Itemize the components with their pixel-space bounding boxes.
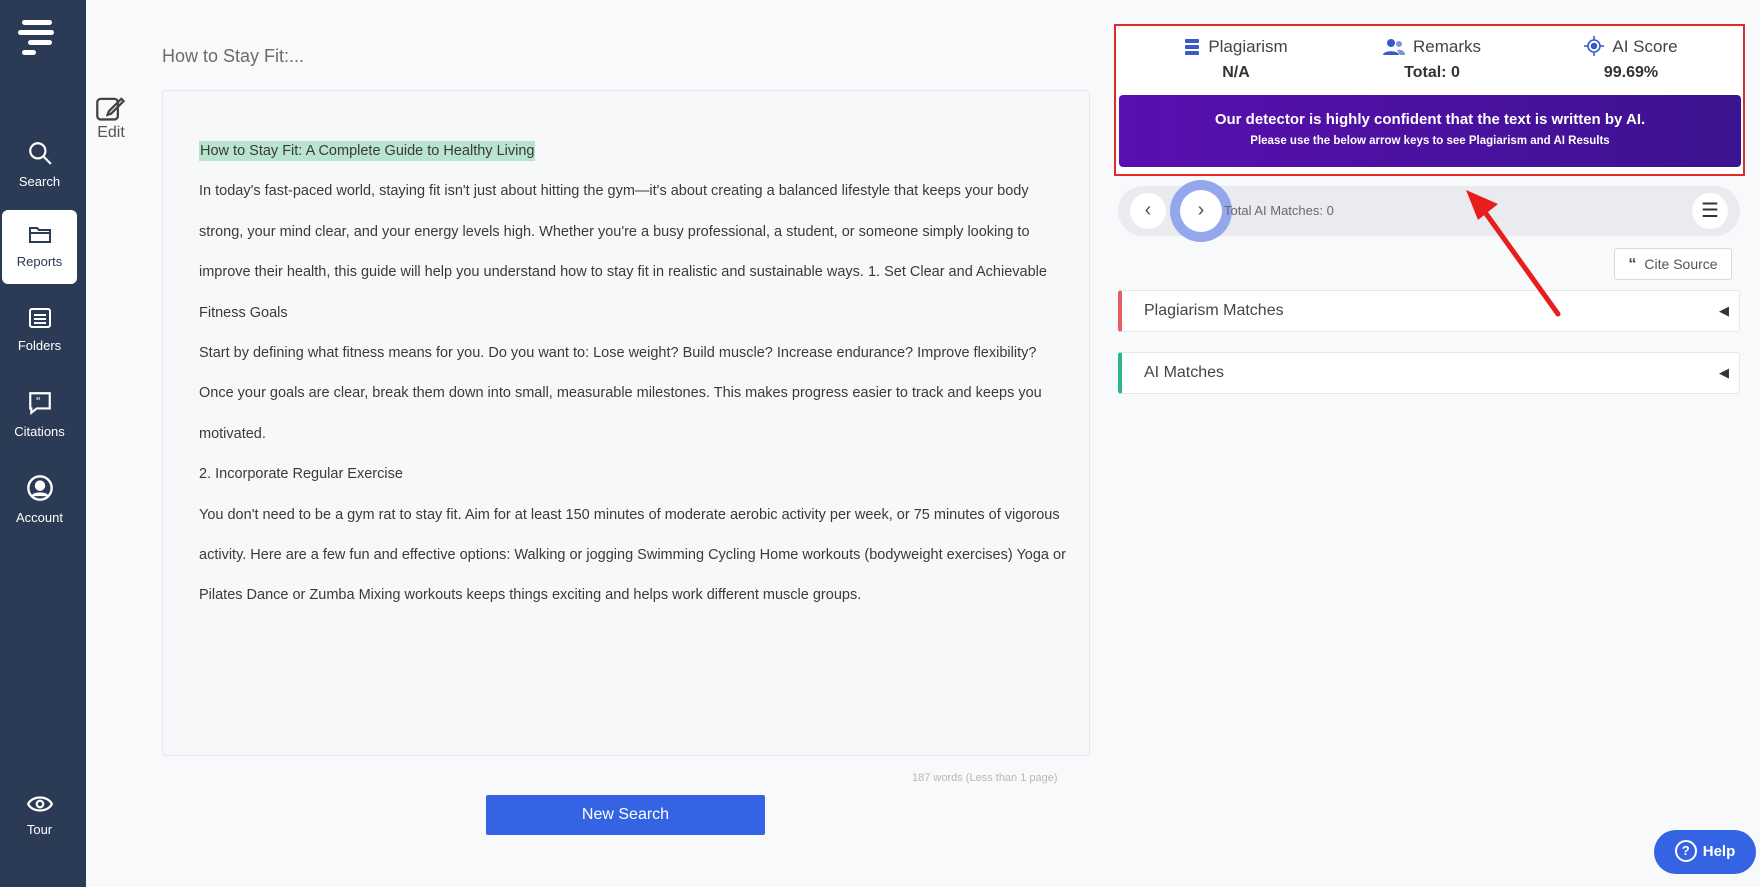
sidebar-item-label: Search [18, 174, 61, 189]
chevron-right-icon: › [1197, 199, 1205, 221]
caret-left-icon: ◀ [1719, 365, 1729, 380]
cite-source-label: Cite Source [1644, 256, 1718, 272]
ai-score-value: 99.69% [1603, 64, 1659, 81]
paragraph: You don't need to be a gym rat to stay f… [199, 506, 1066, 604]
sidebar-item-label: Tour [26, 822, 53, 837]
banner-message: Our detector is highly confident that th… [1214, 111, 1646, 128]
sidebar-item-folders[interactable]: Folders [2, 294, 77, 368]
ai-score-metric: AI Score 99.69% [1531, 34, 1731, 82]
ai-detection-banner: Our detector is highly confident that th… [1119, 95, 1741, 167]
search-icon [28, 142, 52, 165]
ai-chip-icon [1584, 36, 1605, 56]
ai-matches-label: AI Matches [1144, 364, 1225, 381]
folder-icon [28, 227, 51, 243]
caret-left-icon: ◀ [1719, 303, 1729, 318]
list-icon [28, 308, 51, 328]
word-count: 187 words (Less than 1 page) [912, 772, 1058, 784]
question-icon: ? [1674, 840, 1697, 862]
quote-icon: " [28, 392, 51, 416]
sidebar: Search Reports Folders " Citations Accou… [0, 0, 86, 887]
results-navigation: ‹ › Total AI Matches: 0 ☰ [1118, 180, 1740, 242]
next-button[interactable]: › [1180, 190, 1222, 232]
paragraph: In today's fast-paced world, staying fit… [199, 183, 1047, 321]
edit-icon [96, 97, 126, 121]
plagiarism-matches-accordion[interactable]: Plagiarism Matches ◀ [1118, 290, 1740, 332]
menu-button[interactable]: ☰ [1692, 193, 1728, 229]
edit-label: Edit [97, 124, 125, 141]
sidebar-item-label: Citations [14, 424, 65, 439]
highlighted-heading: How to Stay Fit: A Complete Guide to Hea… [199, 141, 536, 161]
users-icon [1382, 39, 1405, 55]
sidebar-item-label: Folders [17, 338, 62, 353]
edit-button[interactable]: Edit [92, 94, 130, 142]
banner-instructions: Please use the below arrow keys to see P… [1250, 135, 1610, 147]
cite-source-button[interactable]: “ Cite Source [1614, 248, 1732, 280]
new-search-button[interactable]: New Search [486, 795, 765, 835]
total-ai-matches: Total AI Matches: 0 [1224, 203, 1334, 218]
document-text: How to Stay Fit: A Complete Guide to Hea… [199, 131, 1069, 616]
ai-score-label: AI Score [1612, 37, 1678, 56]
plagiarism-label: Plagiarism [1208, 37, 1288, 56]
sidebar-item-label: Account [16, 510, 63, 525]
sidebar-item-account[interactable]: Account [2, 462, 77, 536]
help-button[interactable]: ? Help [1654, 830, 1756, 874]
plagiarism-matches-label: Plagiarism Matches [1144, 302, 1284, 319]
plagiarism-metric: Plagiarism N/A [1136, 34, 1336, 82]
plagiarism-value: N/A [1222, 64, 1250, 81]
document-title: How to Stay Fit:... [162, 46, 305, 66]
help-label: Help [1702, 843, 1736, 860]
hamburger-icon: ☰ [1701, 200, 1719, 222]
remarks-value: Total: 0 [1404, 64, 1460, 81]
user-icon [26, 475, 53, 501]
sidebar-item-reports[interactable]: Reports [2, 210, 77, 284]
database-icon [1185, 39, 1200, 55]
sidebar-item-citations[interactable]: " Citations [2, 378, 77, 452]
remarks-metric: Remarks Total: 0 [1332, 34, 1532, 82]
quote-icon: “ [1628, 256, 1637, 273]
ai-matches-accordion[interactable]: AI Matches ◀ [1118, 352, 1740, 394]
paragraph: Start by defining what fitness means for… [199, 345, 1042, 442]
chevron-left-icon: ‹ [1144, 199, 1152, 221]
previous-button[interactable]: ‹ [1130, 193, 1166, 229]
document-editor[interactable]: How to Stay Fit: A Complete Guide to Hea… [162, 90, 1090, 756]
paragraph: 2. Incorporate Regular Exercise [199, 466, 403, 483]
score-summary: Plagiarism N/A Remarks Total: 0 AI Score… [1114, 24, 1745, 176]
eye-icon [26, 796, 53, 812]
app-logo[interactable] [18, 20, 58, 56]
sidebar-item-search[interactable]: Search [2, 128, 77, 202]
svg-text:": " [35, 395, 40, 408]
sidebar-item-tour[interactable]: Tour [2, 782, 77, 856]
sidebar-item-label: Reports [16, 254, 63, 269]
remarks-label: Remarks [1412, 37, 1481, 56]
